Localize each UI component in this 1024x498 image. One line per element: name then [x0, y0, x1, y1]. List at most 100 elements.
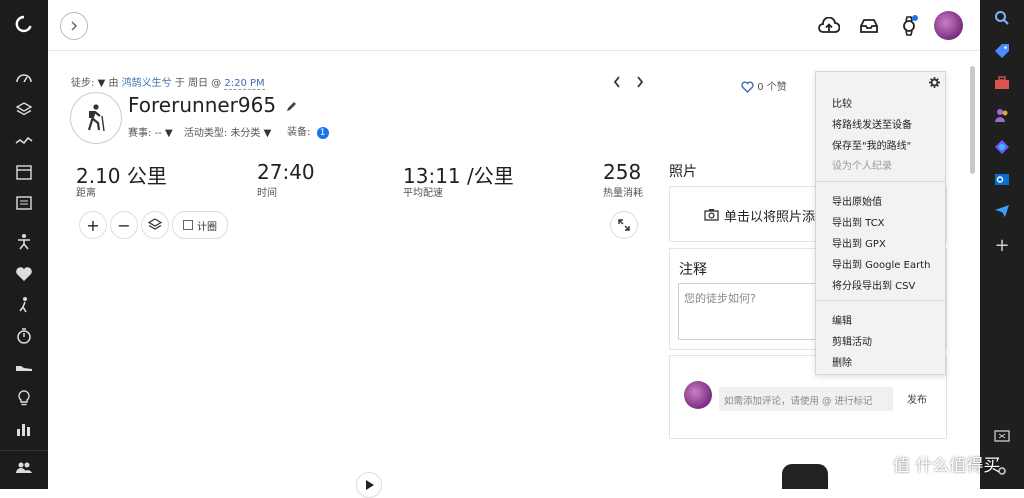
menu-edit[interactable]: 编辑 [832, 312, 852, 327]
gear-count-badge[interactable]: 1 [316, 127, 329, 139]
lightbulb-icon[interactable] [14, 388, 34, 408]
activity-byline: 徒步: ▼ 由 鸿鹄义生兮 于 周日 @ 2:20 PM [71, 74, 265, 90]
activity-type-dropdown-icon[interactable]: ▼ [98, 78, 106, 89]
news-icon[interactable] [14, 193, 34, 213]
layers-icon[interactable] [14, 100, 34, 120]
dashboard-icon[interactable] [14, 68, 34, 88]
search-icon[interactable] [993, 9, 1011, 27]
activity-type-setting[interactable]: 活动类型: 未分类 [184, 128, 261, 139]
menu-save-route[interactable]: 保存至"我的路线" [832, 137, 911, 152]
lap-toggle[interactable]: 计圈 [172, 211, 228, 239]
insights-icon[interactable] [14, 131, 34, 151]
hiking-activity-icon [70, 92, 122, 144]
by-label: 由 [108, 78, 119, 89]
stat-time-label: 时间 [257, 188, 277, 199]
send-icon[interactable] [993, 202, 1011, 220]
toolbox-icon[interactable] [993, 74, 1011, 92]
activity-type-setting-dropdown-icon[interactable]: ▼ [264, 128, 272, 139]
race-label[interactable]: 赛事: -- [128, 128, 162, 139]
top-bar [48, 0, 980, 51]
activity-meta: 赛事: -- ▼ 活动类型: 未分类 ▼ [128, 124, 271, 139]
menu-export-tcx[interactable]: 导出到 TCX [832, 214, 885, 229]
inbox-icon[interactable] [858, 15, 880, 37]
post-comment-button[interactable]: 发布 [907, 391, 927, 406]
menu-export-google-earth[interactable]: 导出到 Google Earth [832, 256, 930, 271]
watch-device-icon[interactable] [898, 15, 920, 37]
golf-icon[interactable] [14, 295, 34, 315]
browser-sidebar: + [980, 0, 1024, 489]
stat-distance-label: 距离 [76, 188, 96, 199]
photo-upload-label: 单击以将照片添 [724, 210, 816, 225]
notes-placeholder: 您的徒步如何? [684, 292, 756, 305]
stat-time-value: 27:40 [257, 160, 315, 184]
race-dropdown-icon[interactable]: ▼ [165, 128, 173, 139]
previous-activity-icon[interactable] [612, 74, 624, 88]
stat-calories-label: 热量消耗 [603, 188, 643, 199]
fullscreen-button[interactable] [610, 211, 638, 239]
likes[interactable]: 0 个赞 [741, 78, 787, 93]
gear-label: 装备: [287, 127, 311, 138]
layers-icon [148, 218, 162, 230]
menu-export-original[interactable]: 导出原始值 [832, 193, 882, 208]
copilot-icon[interactable] [993, 138, 1011, 156]
zoom-out-button[interactable]: − [110, 211, 138, 239]
connections-icon[interactable] [14, 458, 34, 478]
device-image [782, 464, 828, 489]
tag-icon[interactable] [993, 42, 1011, 60]
pencil-edit-icon[interactable] [286, 101, 297, 112]
map-layers-button[interactable] [141, 211, 169, 239]
menu-export-gpx[interactable]: 导出到 GPX [832, 235, 886, 250]
activity-time[interactable]: 2:20 PM [224, 78, 265, 90]
expand-sidebar-button[interactable] [60, 12, 88, 40]
user-name-link[interactable]: 鸿鹄义生兮 [122, 78, 172, 89]
scrollbar-thumb[interactable] [970, 66, 975, 174]
calendar-icon[interactable] [14, 162, 34, 182]
menu-divider [816, 181, 945, 182]
upload-cloud-icon[interactable] [818, 15, 840, 37]
notes-heading: 注释 [679, 262, 707, 278]
camera-icon [704, 209, 719, 221]
stat-calories-value: 258 [603, 160, 642, 184]
gear-meta: 装备: 1 [287, 123, 329, 139]
likes-count: 0 个赞 [757, 82, 787, 93]
activity-title-text: Forerunner965 [128, 93, 277, 117]
next-activity-icon[interactable] [635, 74, 647, 88]
sidebar-divider [0, 450, 48, 451]
health-heart-icon[interactable] [14, 264, 34, 284]
activity-type-label: 徒步: [71, 78, 95, 89]
menu-send-to-device[interactable]: 将路线发送至设备 [832, 116, 912, 131]
heart-like-icon[interactable] [741, 81, 754, 93]
menu-export-splits-csv[interactable]: 将分段导出到 CSV [832, 277, 915, 292]
at-label: 于 周日 @ [174, 78, 222, 89]
screenshot-icon[interactable] [993, 428, 1011, 446]
comment-input[interactable]: 如需添加评论，请使用 @ 进行标记 [719, 387, 893, 411]
activity-options-menu: 比较 将路线发送至设备 保存至"我的路线" 设为个人纪录 导出原始值 导出到 T… [815, 71, 946, 375]
playback-button[interactable] [356, 472, 382, 498]
activity-title[interactable]: Forerunner965 [128, 93, 297, 117]
add-icon[interactable]: + [993, 235, 1011, 256]
menu-trim-activity[interactable]: 剪辑活动 [832, 333, 872, 348]
watermark: 值 什么值得买 [857, 448, 1007, 478]
menu-delete[interactable]: 删除 [832, 354, 852, 369]
photos-heading: 照片 [669, 164, 697, 180]
reports-bar-icon[interactable] [14, 419, 34, 439]
watermark-logo-icon [857, 448, 887, 478]
main-scrollbar[interactable] [968, 60, 976, 489]
stopwatch-icon[interactable] [14, 326, 34, 346]
zoom-in-button[interactable]: + [79, 211, 107, 239]
watermark-text: 值 什么值得买 [893, 455, 1001, 476]
menu-set-personal-record: 设为个人纪录 [832, 161, 892, 172]
garmin-logo-icon[interactable] [14, 14, 34, 34]
comment-placeholder: 如需添加评论，请使用 @ 进行标记 [724, 396, 873, 407]
gear-icon[interactable] [929, 77, 940, 88]
people-icon[interactable] [993, 106, 1011, 124]
lap-checkbox[interactable] [183, 220, 193, 230]
user-avatar[interactable] [934, 11, 963, 40]
chevron-right-icon [71, 21, 78, 31]
training-icon[interactable] [14, 232, 34, 252]
outlook-icon[interactable] [993, 170, 1011, 188]
menu-compare[interactable]: 比较 [832, 95, 852, 110]
left-sidebar [0, 0, 48, 489]
shoe-gear-icon[interactable] [14, 357, 34, 377]
stat-pace-label: 平均配速 [403, 188, 443, 199]
